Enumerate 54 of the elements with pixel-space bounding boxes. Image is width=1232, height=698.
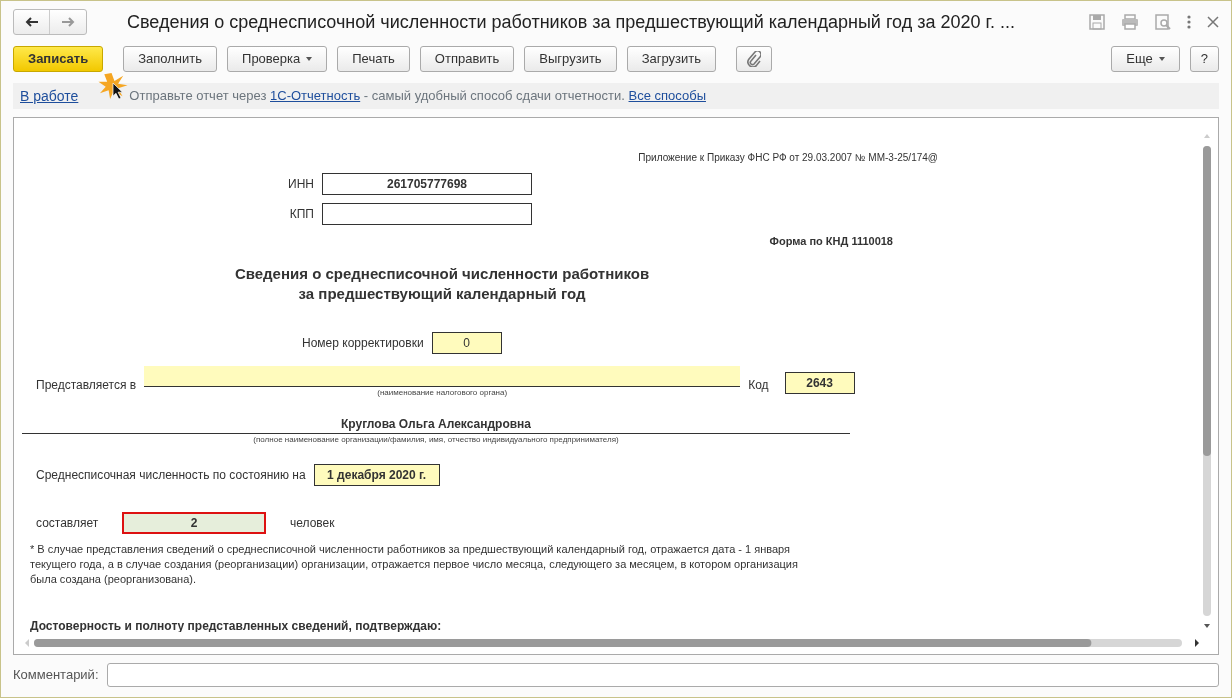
- comment-label: Комментарий:: [13, 666, 99, 685]
- scroll-left-icon[interactable]: [24, 639, 30, 647]
- printer-icon[interactable]: [1121, 14, 1139, 30]
- headcount-field[interactable]: 2: [122, 512, 266, 534]
- preview-icon[interactable]: [1155, 14, 1171, 30]
- code-field[interactable]: 2643: [784, 371, 855, 394]
- attach-button[interactable]: [736, 46, 772, 72]
- more-icon[interactable]: [1187, 15, 1191, 29]
- status-link[interactable]: В работе: [20, 85, 79, 107]
- appendix-note: Приложение к Приказу ФНС РФ от 29.03.2007 № ММ-3-25/174@: [638, 151, 938, 165]
- headcount-date-field[interactable]: 1 декабря 2020 г.: [313, 464, 440, 486]
- horizontal-scrollbar[interactable]: [34, 638, 1182, 648]
- code-label: Код: [748, 376, 769, 394]
- confirmation-text: Достоверность и полноту представленных сведений, подтверждаю:: [30, 617, 443, 632]
- save-icon[interactable]: [1089, 14, 1105, 30]
- submitted-to-field[interactable]: [144, 366, 741, 387]
- left-arrow-icon: [24, 17, 39, 27]
- footnote: * В случае представления сведений о среднесписочной численности работников за предшествующий календарный год, отражается дата - 1 января текущего года, а в случае создания (реорганизации) организации, отражается первое число месяца, следующего за месяцем, в котором организация была создана (реорганизована).: [30, 542, 799, 587]
- headcount-date-label: Среднесписочная численность по состоянию на: [36, 467, 306, 484]
- toolbar-button[interactable]: Выгрузить: [524, 46, 617, 72]
- cursor-burst-drawing: [97, 71, 129, 101]
- form-code: Форма по КНД 1110018: [769, 234, 893, 249]
- inn-label: ИНН: [287, 176, 314, 193]
- paperclip-icon: [747, 51, 761, 67]
- toolbar-button[interactable]: Загрузить: [626, 46, 716, 72]
- headcount-unit: человек: [290, 515, 335, 532]
- dropdown-button[interactable]: Еще: [1111, 46, 1180, 72]
- kpp-field[interactable]: [322, 203, 532, 225]
- help-button[interactable]: ?: [1189, 46, 1219, 72]
- dropdown-button[interactable]: Проверка: [227, 46, 328, 72]
- headcount-label: составляет: [36, 515, 100, 532]
- info-message: Отправьте отчет через 1С-Отчетность - самый удобный способ сдачи отчетности. Все способы: [129, 87, 706, 106]
- comment-field[interactable]: [106, 663, 1219, 687]
- reporting-link[interactable]: 1С-Отчетность: [270, 88, 361, 104]
- submitted-to-caption: (наименование налогового органа): [376, 387, 509, 399]
- scroll-right-icon[interactable]: [1194, 639, 1200, 647]
- organization-caption: (полное наименование организации/фамилия, имя, отчество индивидуального предпринимателя): [252, 434, 620, 446]
- caret-icon: [1158, 57, 1165, 61]
- toolbar-button[interactable]: Заполнить: [123, 46, 218, 72]
- save-button[interactable]: Записать: [13, 46, 104, 72]
- caret-icon: [306, 57, 313, 61]
- correction-label: Номер корректировки: [302, 335, 424, 352]
- right-arrow-icon: [61, 17, 75, 27]
- toolbar-button[interactable]: Печать: [337, 46, 410, 72]
- organization-name[interactable]: Круглова Ольга Александровна: [22, 415, 850, 434]
- toolbar-button[interactable]: Отправить: [419, 46, 515, 72]
- report-heading: Сведения о среднесписочной численности работников за предшествующий календарный год: [233, 263, 651, 304]
- submitted-to-label: Представляется в: [36, 376, 137, 394]
- window-title: Сведения о среднесписочной численности работников за предшествующий календарный год за 2020 г. ...: [127, 10, 1016, 34]
- close-icon[interactable]: [1207, 16, 1219, 28]
- ways-link[interactable]: Все способы: [628, 88, 706, 104]
- inn-field[interactable]: 261705777698: [322, 173, 532, 195]
- correction-field[interactable]: 0: [431, 332, 502, 354]
- kpp-label: КПП: [288, 206, 314, 223]
